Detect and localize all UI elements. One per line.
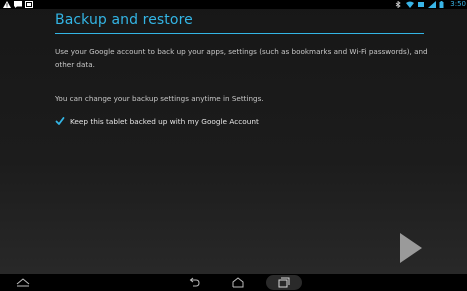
screenshot-icon	[25, 1, 33, 8]
bluetooth-icon	[395, 0, 403, 9]
status-clock: 3:50	[450, 0, 466, 8]
home-icon	[232, 277, 244, 288]
message-icon	[14, 1, 22, 8]
usb-icon	[417, 1, 425, 8]
home-button[interactable]	[229, 275, 247, 290]
status-bar: 3:50	[0, 0, 467, 9]
battery-icon	[439, 1, 447, 8]
recent-apps-icon	[278, 277, 290, 288]
backup-checkbox-label: Keep this tablet backed up with my Googl…	[70, 116, 259, 126]
backup-description: Use your Google account to back up your …	[55, 47, 428, 69]
title-divider	[55, 33, 424, 34]
recent-apps-button[interactable]	[266, 275, 302, 290]
next-arrow-icon	[400, 233, 422, 263]
navigation-bar	[0, 274, 467, 291]
next-button[interactable]	[396, 230, 426, 266]
backup-checkbox[interactable]	[55, 116, 65, 126]
signal-icon	[428, 1, 437, 8]
menu-toggle-icon	[16, 278, 30, 287]
status-left	[3, 0, 33, 9]
warning-icon	[3, 1, 11, 8]
checkmark-icon	[55, 117, 65, 125]
page-title: Backup and restore	[55, 12, 193, 28]
backup-checkbox-row[interactable]: Keep this tablet backed up with my Googl…	[55, 116, 259, 126]
back-icon	[189, 277, 200, 287]
back-button[interactable]	[185, 275, 203, 290]
wifi-icon	[406, 1, 415, 8]
setup-screen: 3:50 Backup and restore Use your Google …	[0, 0, 467, 291]
settings-note: You can change your backup settings anyt…	[55, 94, 264, 103]
status-right: 3:50	[395, 0, 466, 9]
menu-toggle-button[interactable]	[14, 275, 32, 290]
